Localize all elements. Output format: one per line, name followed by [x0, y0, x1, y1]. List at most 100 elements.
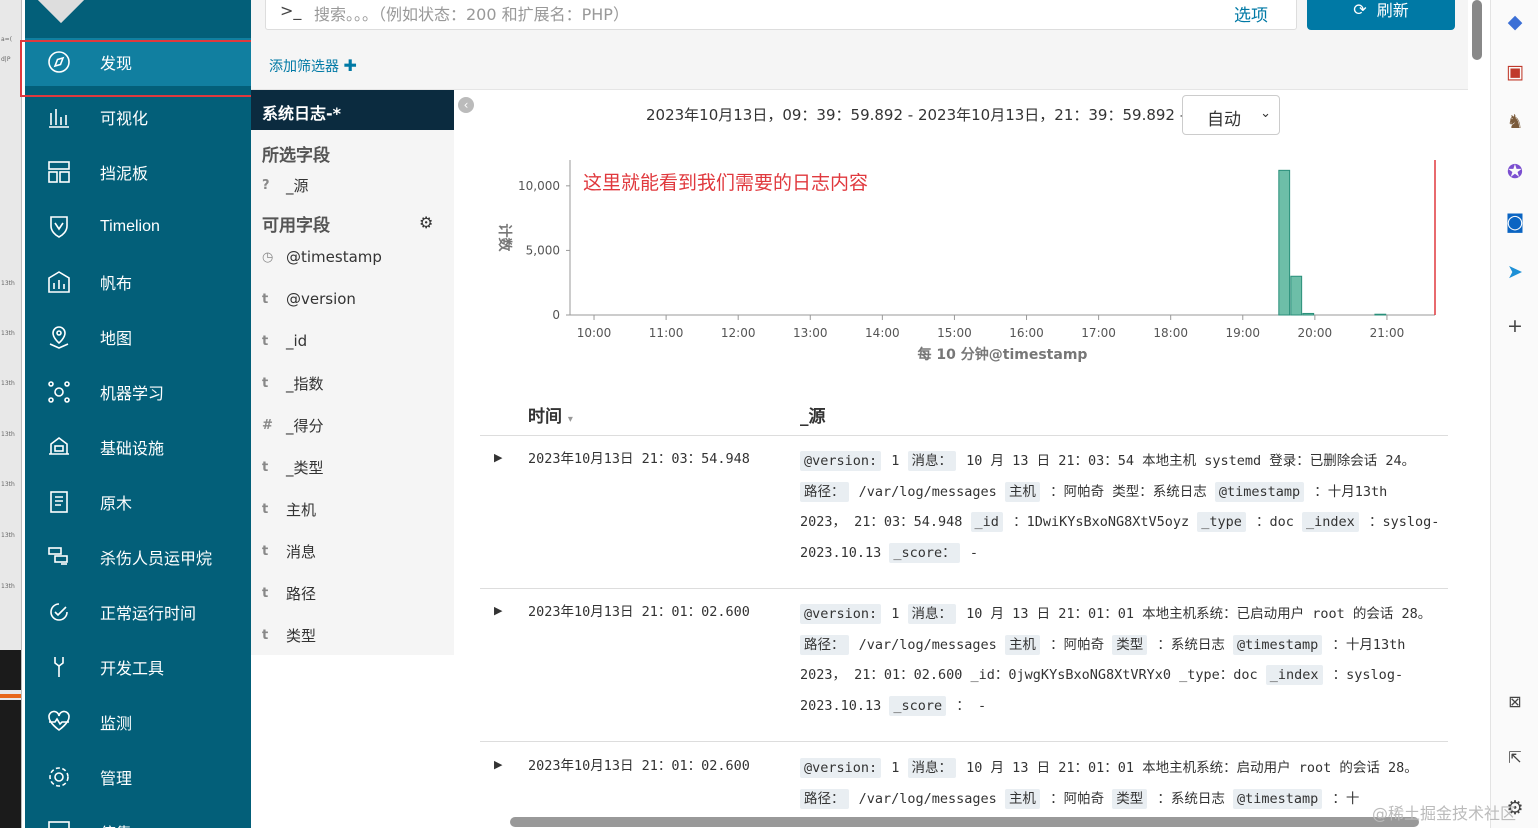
available-field[interactable]: t _指数 [262, 372, 324, 394]
source-field-value: 1 [883, 606, 908, 622]
source-field-key: @version: [800, 451, 882, 471]
source-field-key: _id [970, 512, 1003, 532]
nav-item-10[interactable]: 正常运行时间 [25, 588, 251, 636]
nav-item-label: 挡泥板 [100, 166, 149, 183]
nav-item-14[interactable]: 停靠 [25, 808, 251, 828]
row-time: 2023年10月13日 21：03：54.948 [528, 451, 750, 467]
source-field-value: ：阿帕奇 [1041, 790, 1113, 807]
available-field[interactable]: t 路径 [262, 582, 316, 604]
y-tick-label: 5,000 [526, 243, 560, 257]
index-pattern-title[interactable]: 系统日志-* [251, 90, 454, 130]
nav-item-6[interactable]: 机器学习 [25, 368, 251, 416]
screenshot-icon[interactable]: ⊠ [1503, 690, 1527, 714]
nav-item-12[interactable]: 监测 [25, 698, 251, 746]
y-axis-label: 计数 [496, 224, 513, 253]
available-field[interactable]: t _类型 [262, 456, 324, 478]
nav-item-3[interactable]: Timelion [25, 203, 251, 251]
add-filter-button[interactable]: 添加筛选器 ✚ [269, 56, 357, 76]
collapse-sidebar-icon[interactable]: ‹ [458, 97, 474, 113]
source-field-value: ：系统日志 [1149, 790, 1233, 807]
available-field[interactable]: t @version [262, 288, 356, 310]
send-icon[interactable]: ➤ [1503, 260, 1527, 284]
nav-item-5[interactable]: 地图 [25, 313, 251, 361]
nav-item-label: 停靠 [100, 820, 132, 828]
highlight-box [20, 40, 274, 97]
y-tick-label: 0 [552, 308, 560, 322]
source-field-value: /var/log/messages [850, 483, 1005, 500]
nav-item-13[interactable]: 管理 [25, 753, 251, 801]
refresh-icon: ⟳ [1353, 0, 1367, 19]
field-name: 消息 [286, 542, 317, 561]
field-type-icon: t [262, 585, 269, 601]
nav-item-7[interactable]: 基础设施 [25, 423, 251, 471]
source-field-key: _score [889, 695, 947, 716]
available-field[interactable]: t 主机 [262, 498, 316, 520]
watermark: @稀土掘金技术社区 [1372, 804, 1517, 823]
expand-row-icon[interactable]: ▶ [494, 604, 502, 617]
nav-item-2[interactable]: 挡泥板 [25, 148, 251, 196]
nav-item-11[interactable]: 开发工具 [25, 643, 251, 691]
background-window-strip: a=( d|P 13th 13th 13th 13th 13th 13th 13… [0, 0, 22, 828]
column-header-source[interactable]: _源 [800, 402, 826, 427]
nav-item-9[interactable]: 杀伤人员运甲烷 [25, 533, 251, 581]
nav-item-4[interactable]: 帆布 [25, 258, 251, 306]
refresh-button[interactable]: ⟳ 刷新 [1307, 0, 1455, 30]
search-input[interactable]: 搜索。。。（例如状态：200 和扩展名：PHP） [314, 1, 629, 25]
source-field-key: @timestamp [1232, 788, 1323, 809]
source-field-key: 路径： [800, 481, 849, 502]
timelion-icon [45, 213, 73, 241]
field-name: @timestamp [286, 248, 382, 266]
available-field[interactable]: t 消息 [262, 540, 316, 562]
source-field-value: ：十 [1324, 790, 1360, 807]
expand-row-icon[interactable]: ▶ [494, 451, 502, 464]
nav-item-label: 基础设施 [100, 441, 165, 458]
tag-icon[interactable]: ◆ [1503, 10, 1527, 34]
interval-select[interactable]: 自动 ⌄ [1182, 95, 1280, 135]
nav-item-1[interactable]: 可视化 [25, 93, 251, 141]
search-box[interactable]: >_ 搜索。。。（例如状态：200 和扩展名：PHP） 选项 [265, 0, 1297, 30]
copilot-icon[interactable]: ✪ [1503, 160, 1527, 184]
available-fields-header: 可用字段 [262, 216, 330, 236]
source-field-key: 类型 [1112, 788, 1148, 809]
map-pin-icon [45, 323, 73, 351]
gear-icon[interactable]: ⚙ [419, 213, 433, 232]
infrastructure-icon [45, 433, 73, 461]
nav-item-label: 原木 [100, 496, 133, 513]
row-divider [480, 588, 1448, 589]
external-link-icon[interactable]: ⇱ [1503, 746, 1527, 770]
expand-row-icon[interactable]: ▶ [494, 758, 502, 771]
x-tick-label: 18:00 [1153, 326, 1188, 340]
horizontal-scrollbar[interactable] [510, 817, 1419, 827]
field-type-icon: t [262, 627, 269, 643]
source-field-key: @version: [800, 604, 882, 624]
histogram-bar [1374, 313, 1387, 316]
side-nav: 发现 可视化 挡泥板 Timelion 帆布 地图 机器学习 基础设施 原木 杀伤人员运甲烷 正常运… [25, 0, 251, 828]
field-type-icon: t [262, 333, 269, 349]
vertical-scrollbar[interactable] [1472, 0, 1482, 60]
outlook-icon[interactable]: ◙ [1503, 210, 1527, 234]
column-header-time[interactable]: 时间 ▾ [528, 402, 573, 427]
strip-dark [0, 650, 21, 690]
source-field-value: 1 [883, 760, 908, 776]
available-field[interactable]: # _得分 [262, 414, 324, 436]
source-field-value: 10 月 13 日 21：01：01 本地主机系统：启动用户 root 的会话 … [958, 760, 1418, 776]
chess-icon[interactable]: ♞ [1503, 110, 1527, 134]
plus-icon[interactable]: + [1503, 314, 1527, 338]
refresh-label: 刷新 [1376, 1, 1409, 20]
options-button[interactable]: 选项 [1234, 1, 1268, 26]
x-tick-label: 19:00 [1225, 326, 1260, 340]
field-name: _指数 [286, 374, 324, 393]
briefcase-icon[interactable]: ▣ [1503, 60, 1527, 84]
strip-text: d|P [1, 56, 11, 63]
nav-item-8[interactable]: 原木 [25, 478, 251, 526]
x-tick-label: 12:00 [721, 326, 756, 340]
source-field-value: 1 [883, 453, 908, 469]
strip-text: 13th [1, 431, 15, 438]
available-field[interactable]: t _id [262, 330, 307, 352]
canvas-icon [45, 268, 73, 296]
available-field[interactable]: ◷ @timestamp [262, 246, 382, 268]
chart-icon [45, 103, 73, 131]
selected-field[interactable]: ? _源 [262, 174, 309, 196]
x-tick-label: 20:00 [1298, 326, 1333, 340]
available-field[interactable]: t 类型 [262, 624, 316, 646]
